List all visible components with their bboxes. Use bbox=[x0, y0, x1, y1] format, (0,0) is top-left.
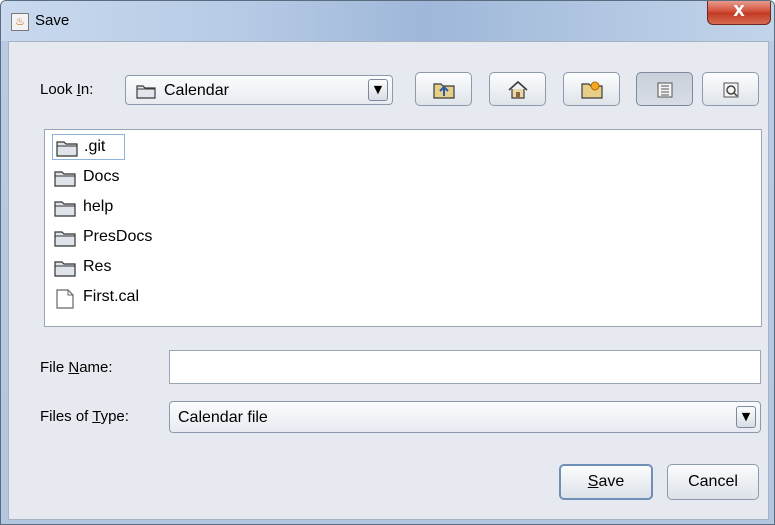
save-button-label: ave bbox=[598, 473, 625, 490]
look-in-value: Calendar bbox=[164, 82, 229, 99]
dialog-body: Look In: Calendar ▼ .git Docs help PresD… bbox=[8, 41, 769, 520]
window-title: Save bbox=[35, 12, 70, 29]
up-one-level-button[interactable] bbox=[415, 72, 472, 106]
files-of-type-label: Files of Type: bbox=[40, 408, 129, 425]
folder-icon bbox=[54, 231, 76, 247]
details-view-icon bbox=[723, 82, 739, 98]
folder-icon bbox=[54, 261, 76, 277]
list-item-label: Res bbox=[83, 258, 112, 275]
list-item-label: .git bbox=[84, 138, 106, 155]
chevron-down-icon[interactable]: ▼ bbox=[368, 79, 388, 101]
save-dialog: ♨ Save X Look In: Calendar ▼ .git Docs h… bbox=[0, 0, 775, 525]
save-button-mnemonic: S bbox=[587, 473, 599, 490]
file-name-field[interactable] bbox=[169, 350, 761, 384]
list-item-label: help bbox=[83, 198, 114, 215]
java-app-icon: ♨ bbox=[11, 13, 29, 31]
folder-icon bbox=[136, 85, 156, 99]
details-view-button[interactable] bbox=[702, 72, 759, 106]
cancel-button[interactable]: Cancel bbox=[667, 464, 759, 500]
list-item-git[interactable]: .git bbox=[52, 134, 125, 160]
home-button[interactable] bbox=[489, 72, 546, 106]
folder-icon bbox=[54, 171, 76, 187]
file-name-label: File Name: bbox=[40, 359, 113, 376]
look-in-label-suffix: n: bbox=[80, 81, 94, 98]
home-icon bbox=[508, 80, 528, 99]
file-list[interactable]: .git Docs help PresDocs Res First.cal bbox=[44, 129, 762, 327]
files-of-type-value: Calendar file bbox=[178, 409, 268, 426]
folder-icon bbox=[54, 201, 76, 217]
look-in-label: Look In: bbox=[40, 81, 93, 98]
create-new-folder-button[interactable] bbox=[563, 72, 620, 106]
look-in-combo[interactable]: Calendar ▼ bbox=[125, 75, 393, 105]
list-item-label: First.cal bbox=[83, 288, 139, 305]
files-of-type-label-suffix: ype: bbox=[100, 408, 129, 425]
list-item-label: Docs bbox=[83, 168, 120, 185]
folder-up-icon bbox=[433, 83, 455, 99]
file-name-label-mnemonic: N bbox=[68, 359, 80, 376]
list-item-label: PresDocs bbox=[83, 228, 153, 245]
files-of-type-label-text: Files of bbox=[40, 408, 93, 425]
folder-icon bbox=[56, 141, 78, 157]
file-name-label-text: File bbox=[40, 359, 69, 376]
look-in-label-text: Look bbox=[40, 81, 77, 98]
file-name-label-suffix: ame: bbox=[79, 359, 113, 376]
close-button[interactable]: X bbox=[707, 1, 771, 25]
new-folder-icon bbox=[581, 81, 603, 99]
files-of-type-label-mnemonic: T bbox=[92, 408, 101, 425]
file-icon bbox=[56, 289, 74, 309]
title-bar[interactable]: ♨ Save X bbox=[1, 1, 774, 41]
chevron-down-icon[interactable]: ▼ bbox=[736, 406, 756, 428]
files-of-type-combo[interactable]: Calendar file ▼ bbox=[169, 401, 761, 433]
save-button[interactable]: Save bbox=[559, 464, 653, 500]
list-view-button[interactable] bbox=[636, 72, 693, 106]
list-view-icon bbox=[657, 82, 673, 98]
